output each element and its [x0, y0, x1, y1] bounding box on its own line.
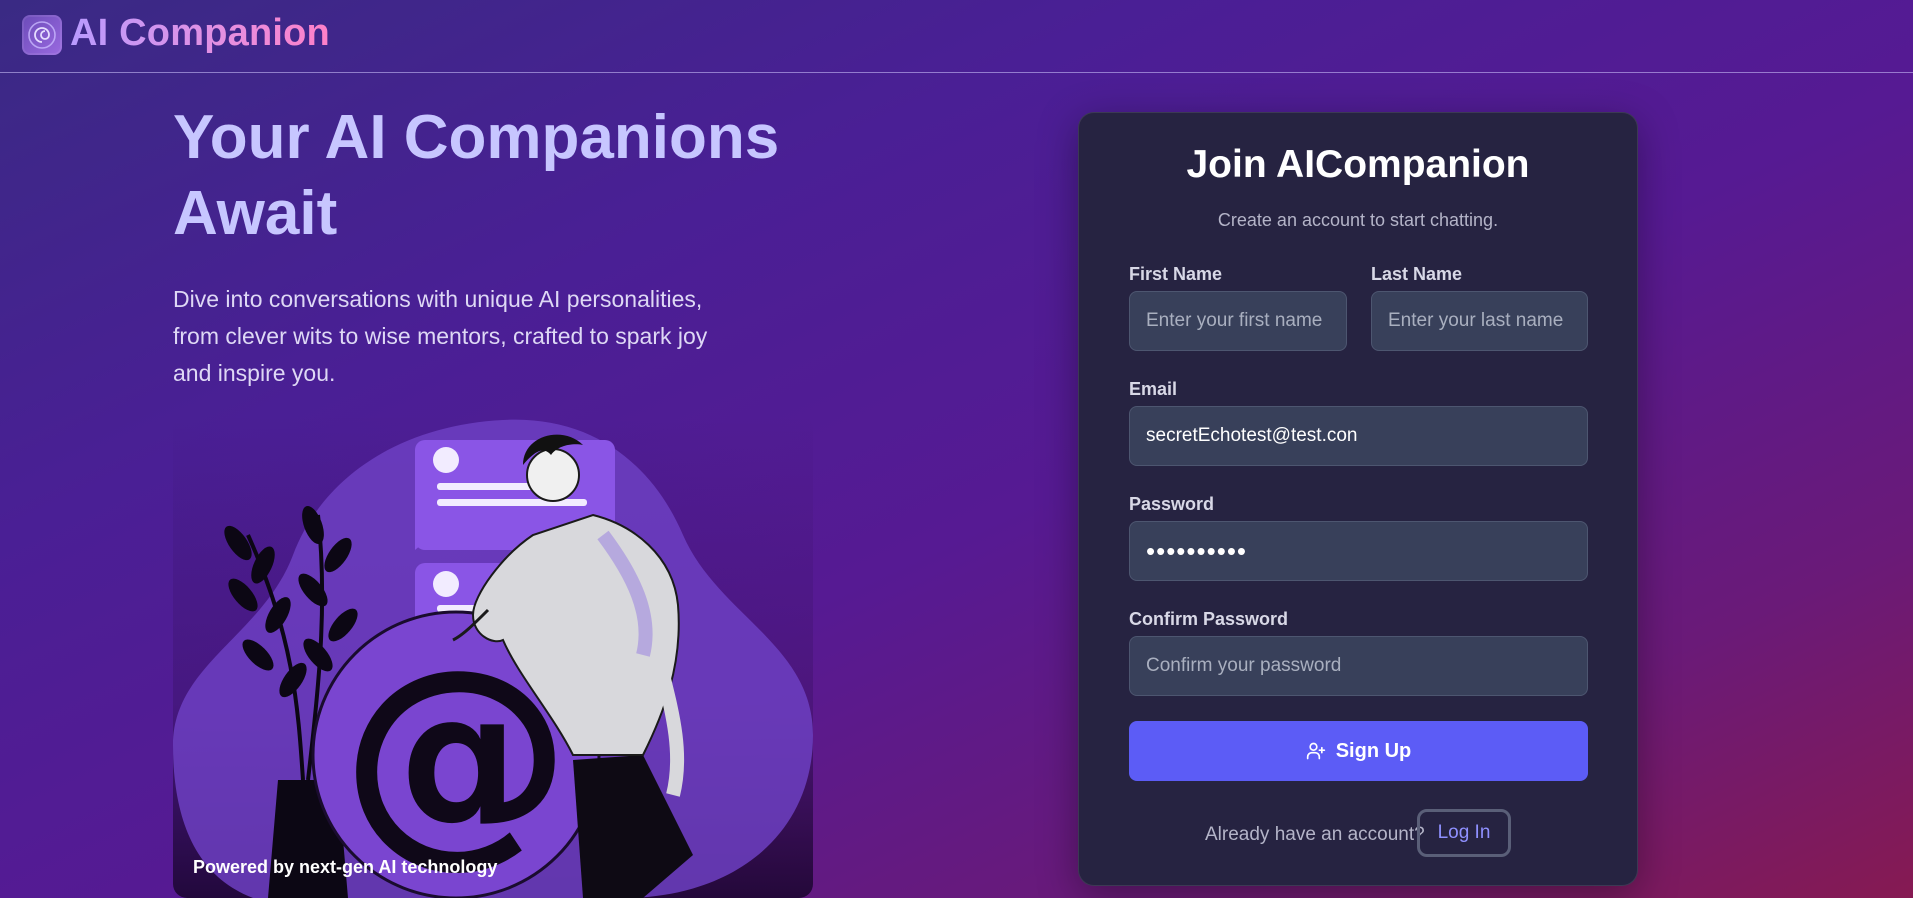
already-have-account-text: Already have an account? — [1205, 824, 1425, 845]
brand-name[interactable]: AI Companion — [70, 12, 330, 55]
confirm-password-label: Confirm Password — [1129, 609, 1289, 629]
first-name-label: First Name — [1129, 264, 1223, 284]
last-name-input[interactable] — [1371, 291, 1588, 351]
hero-illustration: @ Powered by next-gen AI technology — [173, 415, 813, 898]
top-bar: AI Companion — [0, 0, 1913, 73]
password-input[interactable] — [1129, 521, 1588, 581]
password-label: Password — [1129, 494, 1215, 514]
email-input[interactable] — [1129, 406, 1588, 466]
hero-title: Your AI Companions Await — [173, 103, 780, 248]
last-name-label: Last Name — [1371, 264, 1463, 284]
first-name-input[interactable] — [1129, 291, 1347, 351]
sign-up-button[interactable]: Sign Up — [1129, 721, 1588, 781]
illustration-caption: Powered by next-gen AI technology — [193, 857, 498, 877]
signup-card: Join AICompanion Create an account to st… — [1078, 112, 1638, 886]
user-plus-icon — [1306, 742, 1325, 760]
spiral-logo-icon[interactable] — [22, 15, 62, 55]
email-label: Email — [1129, 379, 1178, 399]
sign-up-label: Sign Up — [1335, 739, 1412, 762]
log-in-link[interactable]: Log In — [1417, 809, 1511, 857]
confirm-password-input[interactable] — [1129, 636, 1588, 696]
form-subtitle: Create an account to start chatting. — [1217, 210, 1499, 230]
hero-description: Dive into conversations with unique AI p… — [173, 286, 708, 386]
form-title: Join AICompanion — [1186, 143, 1530, 186]
